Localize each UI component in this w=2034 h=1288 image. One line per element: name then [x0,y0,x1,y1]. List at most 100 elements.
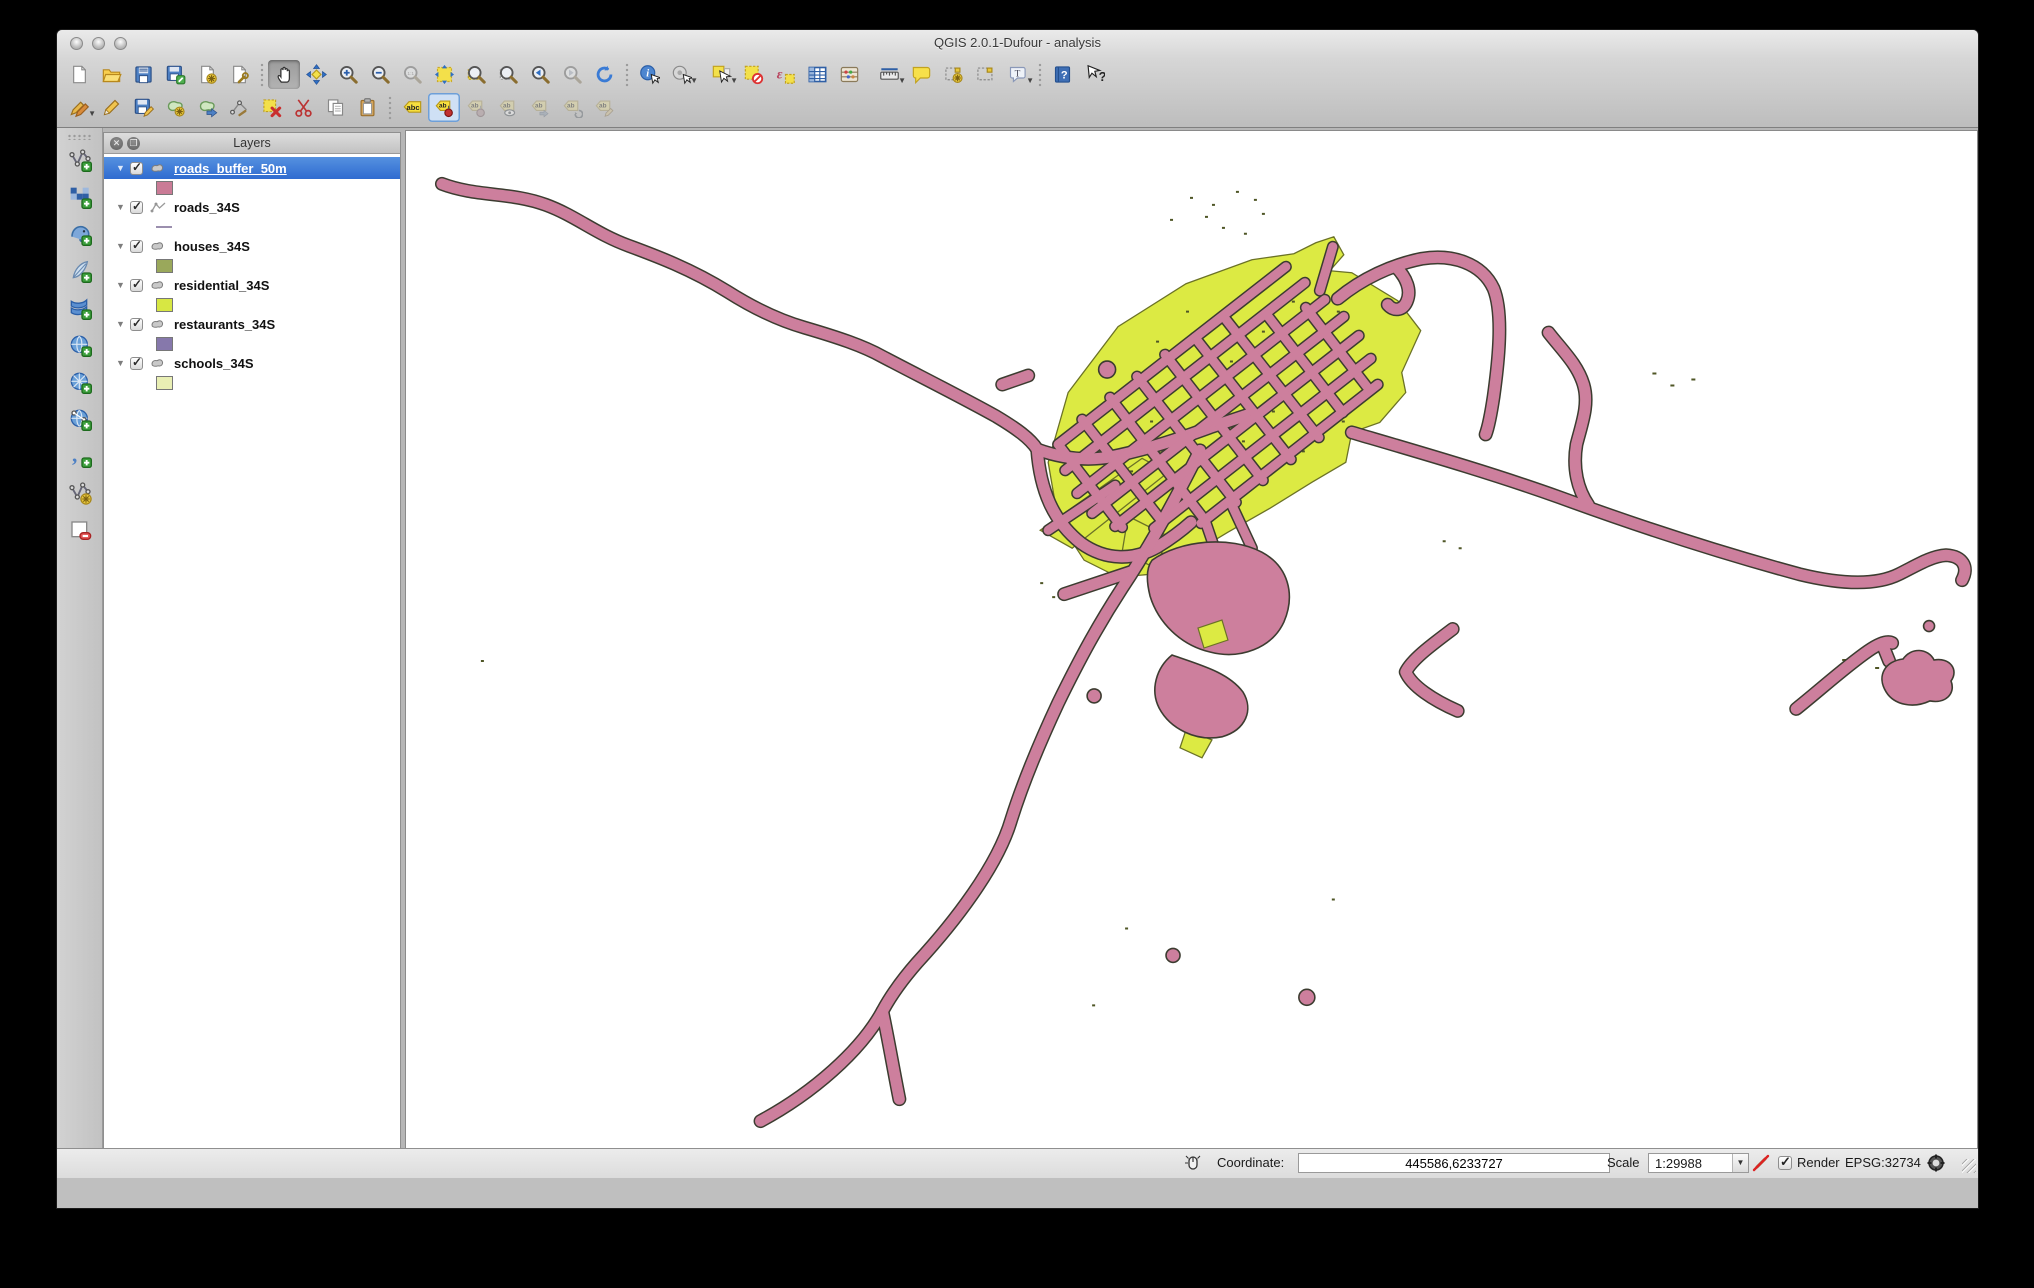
show-bookmarks-icon[interactable] [969,60,1001,89]
crs-status-icon[interactable] [1926,1153,1946,1173]
layers-panel-header[interactable]: ✕ ❐ Layers [104,133,400,154]
field-calculator-icon[interactable] [833,60,865,89]
labeling-icon[interactable]: abc [396,93,428,122]
disclosure-triangle-icon[interactable]: ▼ [116,358,130,368]
disclosure-triangle-icon[interactable]: ▼ [116,163,130,173]
disclosure-triangle-icon[interactable]: ▼ [116,241,130,251]
remove-layer-icon[interactable] [63,514,97,546]
new-bookmark-icon[interactable] [937,60,969,89]
layer-symbol-swatch[interactable] [156,258,173,273]
add-delimited-text-layer-icon[interactable]: , [63,440,97,472]
delete-selected-icon[interactable] [255,93,287,122]
svg-text:1:1: 1:1 [407,71,414,77]
label-show-hide-icon[interactable]: ab [492,93,524,122]
label-move-icon[interactable]: ab [524,93,556,122]
zoom-full-icon[interactable] [428,60,460,89]
layer-visibility-checkbox[interactable] [130,238,143,253]
layer-item-schools_34S[interactable]: ▼ schools_34S [104,352,400,374]
layer-visibility-checkbox[interactable] [130,355,143,370]
run-feature-action-icon[interactable]: ▼ [665,60,698,89]
select-by-expression-icon[interactable]: ε [769,60,801,89]
render-checkbox[interactable] [1778,1154,1792,1170]
add-wms-layer-icon[interactable] [63,329,97,361]
add-spatialite-layer-icon[interactable] [63,255,97,287]
chevron-down-icon[interactable]: ▼ [1732,1154,1748,1172]
pan-map-icon[interactable] [268,60,300,89]
layer-visibility-checkbox[interactable] [130,277,143,292]
label-unpin-icon[interactable]: ab [460,93,492,122]
new-project-icon[interactable] [63,60,95,89]
map-canvas[interactable] [405,130,1978,1177]
disclosure-triangle-icon[interactable]: ▼ [116,202,130,212]
layer-symbol-line[interactable] [156,225,172,228]
label-properties-icon[interactable]: ab [588,93,620,122]
layer-item-roads_buffer_50m[interactable]: ▼ roads_buffer_50m [104,157,400,179]
save-project-as-icon[interactable] [159,60,191,89]
zoom-to-layer-icon[interactable] [460,60,492,89]
add-wfs-layer-icon[interactable] [63,403,97,435]
toolbar-separator [1035,61,1044,88]
layer-visibility-checkbox[interactable] [130,160,143,175]
layer-visibility-checkbox[interactable] [130,316,143,331]
select-features-icon[interactable]: ▼ [705,60,738,89]
deselect-all-icon[interactable] [737,60,769,89]
add-raster-layer-icon[interactable] [63,181,97,213]
add-mssql-layer-icon[interactable] [63,292,97,324]
copy-features-icon[interactable] [319,93,351,122]
scale-combobox[interactable]: 1:29988 ▼ [1648,1153,1749,1173]
disclosure-triangle-icon[interactable]: ▼ [116,280,130,290]
save-layer-edits-icon[interactable] [127,93,159,122]
whats-this-icon[interactable]: ? [1078,60,1110,89]
new-shapefile-layer-icon[interactable] [63,477,97,509]
toggle-editing-icon[interactable] [95,93,127,122]
layer-name: restaurants_34S [174,316,276,332]
label-rotate-icon[interactable]: ab [556,93,588,122]
toolbar-handle[interactable] [67,134,93,140]
layer-visibility-checkbox[interactable] [130,199,143,214]
layer-item-roads_34S[interactable]: ▼ roads_34S [104,196,400,218]
identify-icon[interactable]: i [633,60,665,89]
stop-render-icon[interactable] [1751,1153,1771,1173]
resize-grip[interactable] [1962,1159,1976,1173]
layer-symbol-swatch[interactable] [156,375,173,390]
zoom-in-icon[interactable] [332,60,364,89]
svg-text:ab: ab [567,103,575,110]
label-pin-icon[interactable]: ab [428,93,460,122]
layer-swatch-row [104,335,400,352]
refresh-icon[interactable] [588,60,620,89]
layer-item-residential_34S[interactable]: ▼ residential_34S [104,274,400,296]
open-attribute-table-icon[interactable] [801,60,833,89]
coordinate-input[interactable] [1298,1153,1610,1173]
zoom-last-icon[interactable] [524,60,556,89]
node-tool-icon[interactable] [223,93,255,122]
current-edits-icon[interactable]: ▼ [63,93,96,122]
cut-features-icon[interactable] [287,93,319,122]
map-tips-icon[interactable] [905,60,937,89]
layer-symbol-swatch[interactable] [156,180,173,195]
zoom-native-icon[interactable]: 1:1 [396,60,428,89]
pan-to-selection-icon[interactable] [300,60,332,89]
layer-item-restaurants_34S[interactable]: ▼ restaurants_34S [104,313,400,335]
add-feature-icon[interactable] [159,93,191,122]
help-contents-icon[interactable]: ? [1046,60,1078,89]
zoom-next-icon[interactable] [556,60,588,89]
composer-manager-icon[interactable] [223,60,255,89]
titlebar[interactable]: QGIS 2.0.1-Dufour - analysis [57,30,1978,56]
zoom-out-icon[interactable] [364,60,396,89]
measure-icon[interactable]: ▼ [873,60,906,89]
add-postgis-layer-icon[interactable] [63,218,97,250]
layer-symbol-swatch[interactable] [156,336,173,351]
paste-features-icon[interactable] [351,93,383,122]
zoom-to-selection-icon[interactable] [492,60,524,89]
layer-item-houses_34S[interactable]: ▼ houses_34S [104,235,400,257]
move-feature-icon[interactable] [191,93,223,122]
new-composer-icon[interactable] [191,60,223,89]
save-project-icon[interactable] [127,60,159,89]
text-annotation-icon[interactable]: T ▼ [1001,60,1034,89]
open-project-icon[interactable] [95,60,127,89]
add-wcs-layer-icon[interactable] [63,366,97,398]
coordinate-capture-icon[interactable] [1183,1153,1203,1173]
disclosure-triangle-icon[interactable]: ▼ [116,319,130,329]
add-vector-layer-icon[interactable] [63,144,97,176]
layer-symbol-swatch[interactable] [156,297,173,312]
